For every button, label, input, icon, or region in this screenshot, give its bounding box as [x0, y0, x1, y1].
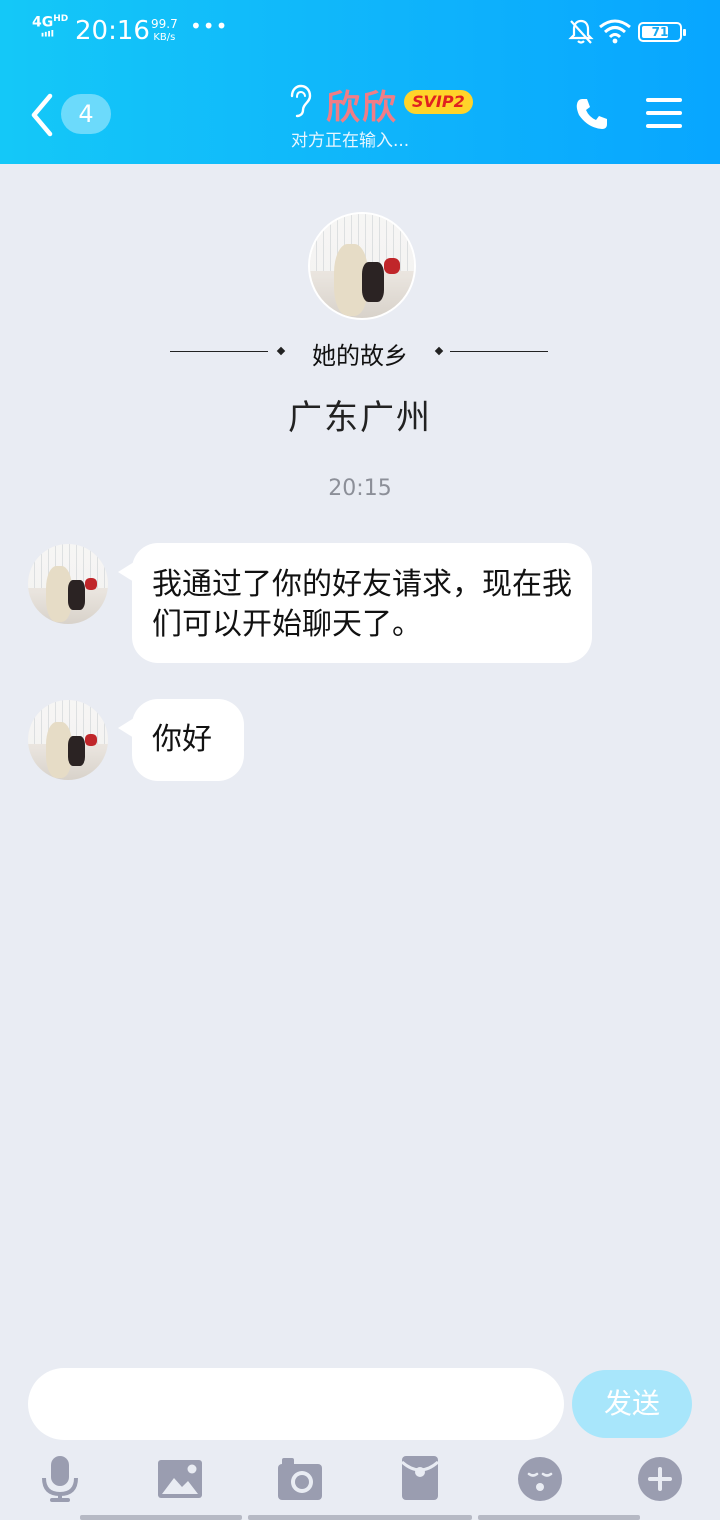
- typing-status: 对方正在输入...: [291, 131, 410, 151]
- sender-avatar[interactable]: [28, 544, 108, 624]
- camera-button[interactable]: [276, 1454, 324, 1506]
- message-bubble[interactable]: 你好: [132, 699, 244, 781]
- more-notifications-icon: •••: [190, 14, 229, 38]
- message-text: 我通过了你的好友请求，现在我们可以开始聊天了。: [152, 567, 572, 642]
- plus-icon: [638, 1457, 682, 1501]
- more-button[interactable]: [636, 1454, 684, 1506]
- hometown-header: 她的故乡: [170, 336, 550, 370]
- message-input[interactable]: [28, 1368, 564, 1440]
- camera-icon: [278, 1458, 322, 1500]
- wifi-icon: [599, 19, 631, 44]
- message-bubble[interactable]: 我通过了你的好友请求，现在我们可以开始聊天了。: [132, 543, 592, 663]
- image-icon: [158, 1460, 202, 1498]
- contact-title[interactable]: 欣欣 SVIP2 对方正在输入...: [286, 84, 506, 154]
- bell-muted-icon: [568, 19, 594, 44]
- ear-icon: [290, 84, 312, 118]
- red-packet-icon: [401, 1456, 439, 1500]
- send-button[interactable]: 发送: [572, 1370, 692, 1438]
- profile-avatar[interactable]: [308, 212, 416, 320]
- nav-strip: [478, 1515, 640, 1520]
- nav-strip: [248, 1515, 472, 1520]
- emoji-icon: [518, 1457, 562, 1501]
- microphone-icon: [42, 1456, 78, 1502]
- chevron-left-icon: [31, 93, 53, 137]
- input-toolbar: [0, 1454, 720, 1520]
- unread-count-badge: 4: [61, 94, 111, 134]
- menu-icon[interactable]: [646, 96, 682, 130]
- clock: 20:16: [75, 16, 150, 46]
- gallery-button[interactable]: [156, 1454, 204, 1506]
- hometown-label: 她的故乡: [312, 342, 408, 370]
- network-speed: 99.7 KB/s: [151, 17, 178, 44]
- message-timestamp: 20:15: [328, 476, 392, 501]
- chat-header: 4GHD 20:16 99.7 KB/s ••• 71 4 欣欣 SVIP2 对…: [0, 0, 720, 164]
- network-type: 4GHD: [32, 14, 69, 31]
- svip-badge: SVIP2: [404, 90, 473, 114]
- divider-right: [450, 351, 548, 352]
- phone-icon[interactable]: [574, 96, 610, 132]
- voice-button[interactable]: [36, 1454, 84, 1506]
- back-button[interactable]: 4: [28, 92, 118, 138]
- signal-icon: [41, 30, 54, 37]
- status-bar: 4GHD 20:16 99.7 KB/s ••• 71: [0, 0, 720, 64]
- red-packet-button[interactable]: [396, 1454, 444, 1506]
- hometown-value: 广东广州: [288, 398, 432, 438]
- emoji-button[interactable]: [516, 1454, 564, 1506]
- message-text: 你好: [152, 722, 212, 757]
- nav-strip: [80, 1515, 242, 1520]
- battery-icon: 71: [638, 22, 686, 42]
- sender-avatar[interactable]: [28, 700, 108, 780]
- contact-name: 欣欣: [326, 88, 398, 128]
